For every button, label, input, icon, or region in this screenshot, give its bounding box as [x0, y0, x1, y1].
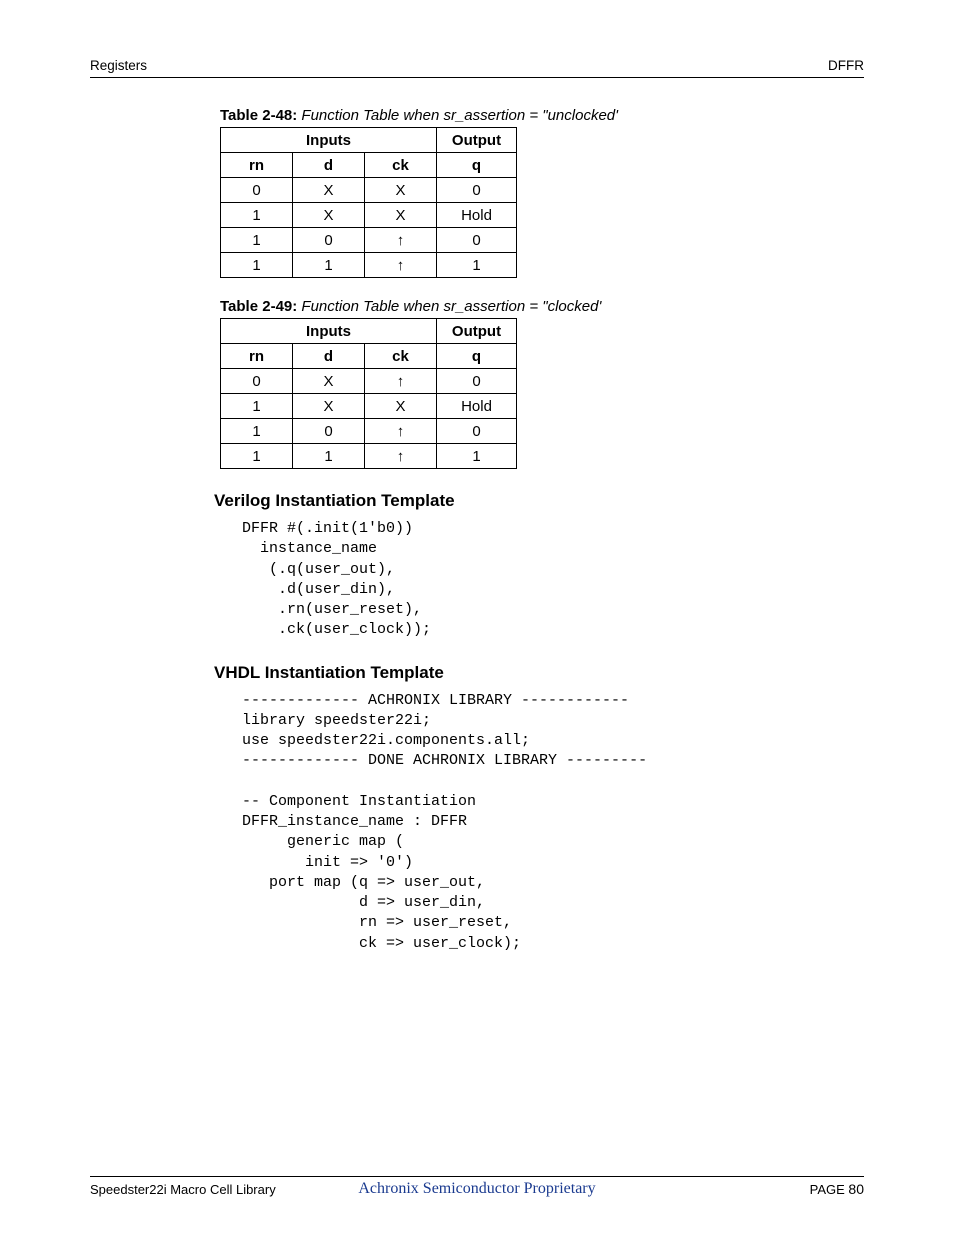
cell: 1	[437, 253, 517, 278]
footer-page-value: 80	[848, 1181, 864, 1197]
cell: ↑	[365, 369, 437, 394]
cell: 0	[437, 178, 517, 203]
cell: ↑	[365, 419, 437, 444]
cell: 1	[221, 253, 293, 278]
col-header: q	[437, 153, 517, 178]
table-header-inputs: Inputs	[221, 128, 437, 153]
cell: 1	[221, 228, 293, 253]
heading-verilog-template: Verilog Instantiation Template	[214, 491, 780, 511]
table-row: 1 X X Hold	[221, 203, 517, 228]
heading-vhdl-template: VHDL Instantiation Template	[214, 663, 780, 683]
col-header: ck	[365, 153, 437, 178]
running-header-left: Registers	[90, 58, 147, 73]
cell: 1	[221, 419, 293, 444]
table-header-output: Output	[437, 319, 517, 344]
col-header: rn	[221, 344, 293, 369]
cell: 1	[293, 444, 365, 469]
col-header: q	[437, 344, 517, 369]
table-caption-text: Function Table when sr_assertion = "uncl…	[301, 107, 618, 124]
cell: ↑	[365, 253, 437, 278]
cell: 1	[221, 203, 293, 228]
cell: ↑	[365, 228, 437, 253]
cell: X	[293, 178, 365, 203]
table-caption-label: Table 2-49:	[220, 298, 297, 315]
cell: X	[365, 394, 437, 419]
cell: X	[293, 394, 365, 419]
table-row: 1 0 ↑ 0	[221, 419, 517, 444]
cell: 0	[437, 228, 517, 253]
cell: 0	[221, 369, 293, 394]
table-row: 1 X X Hold	[221, 394, 517, 419]
verilog-code-block: DFFR #(.init(1'b0)) instance_name (.q(us…	[242, 519, 780, 641]
vhdl-code-block: ------------- ACHRONIX LIBRARY ---------…	[242, 691, 780, 954]
header-rule	[90, 77, 864, 78]
running-header-right: DFFR	[828, 58, 864, 73]
cell: ↑	[365, 444, 437, 469]
table-header-output: Output	[437, 128, 517, 153]
table-caption-text: Function Table when sr_assertion = "cloc…	[301, 298, 601, 315]
cell: X	[365, 178, 437, 203]
cell: 0	[293, 228, 365, 253]
footer-page-label: PAGE	[810, 1182, 845, 1197]
table-row: 0 X ↑ 0	[221, 369, 517, 394]
table-row: 1 1 ↑ 1	[221, 444, 517, 469]
cell: 0	[437, 419, 517, 444]
table-caption-2-49: Table 2-49: Function Table when sr_asser…	[220, 298, 780, 315]
cell: Hold	[437, 203, 517, 228]
col-header: d	[293, 153, 365, 178]
footer-rule	[90, 1176, 864, 1177]
cell: 0	[437, 369, 517, 394]
col-header: d	[293, 344, 365, 369]
cell: 1	[221, 444, 293, 469]
table-row: 0 X X 0	[221, 178, 517, 203]
cell: X	[365, 203, 437, 228]
cell: 1	[221, 394, 293, 419]
function-table-unclocked: Inputs Output rn d ck q 0 X X 0 1 X X Ho…	[220, 127, 517, 278]
cell: 1	[293, 253, 365, 278]
cell: X	[293, 369, 365, 394]
table-caption-2-48: Table 2-48: Function Table when sr_asser…	[220, 107, 780, 124]
cell: X	[293, 203, 365, 228]
table-row: 1 0 ↑ 0	[221, 228, 517, 253]
footer-page-number: PAGE 80	[810, 1181, 864, 1197]
table-row: 1 1 ↑ 1	[221, 253, 517, 278]
col-header: ck	[365, 344, 437, 369]
cell: 0	[221, 178, 293, 203]
table-header-inputs: Inputs	[221, 319, 437, 344]
cell: Hold	[437, 394, 517, 419]
function-table-clocked: Inputs Output rn d ck q 0 X ↑ 0 1 X X Ho…	[220, 318, 517, 469]
col-header: rn	[221, 153, 293, 178]
table-caption-label: Table 2-48:	[220, 107, 297, 124]
cell: 0	[293, 419, 365, 444]
cell: 1	[437, 444, 517, 469]
